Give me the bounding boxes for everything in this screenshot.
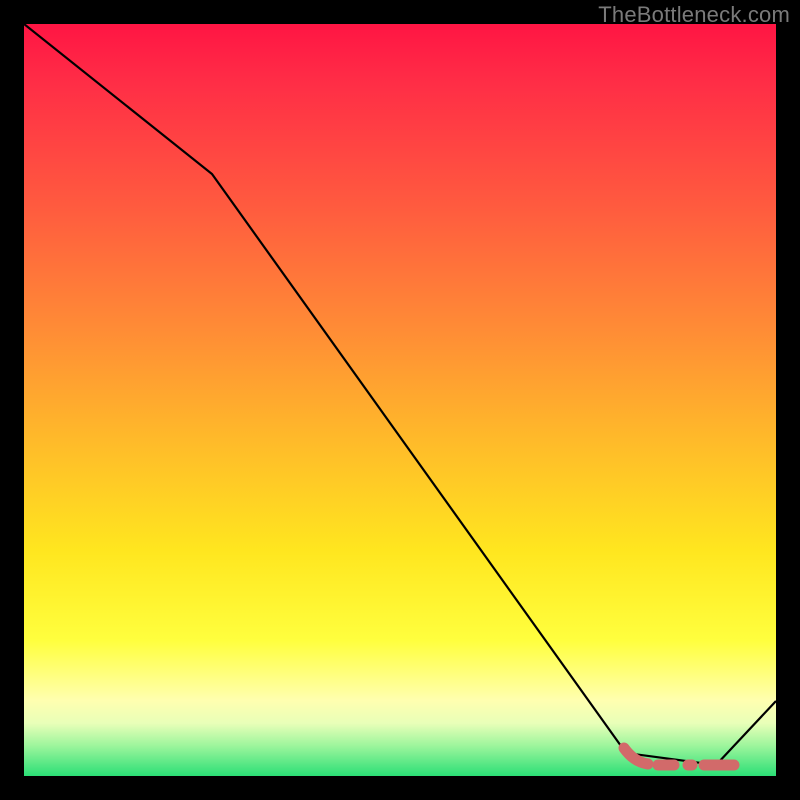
watermark-text: TheBottleneck.com (598, 2, 790, 28)
optimal-zone (624, 748, 734, 765)
plot-area (24, 24, 776, 776)
chart-svg (24, 24, 776, 776)
bottleneck-curve (24, 24, 776, 765)
chart-stage: TheBottleneck.com (0, 0, 800, 800)
